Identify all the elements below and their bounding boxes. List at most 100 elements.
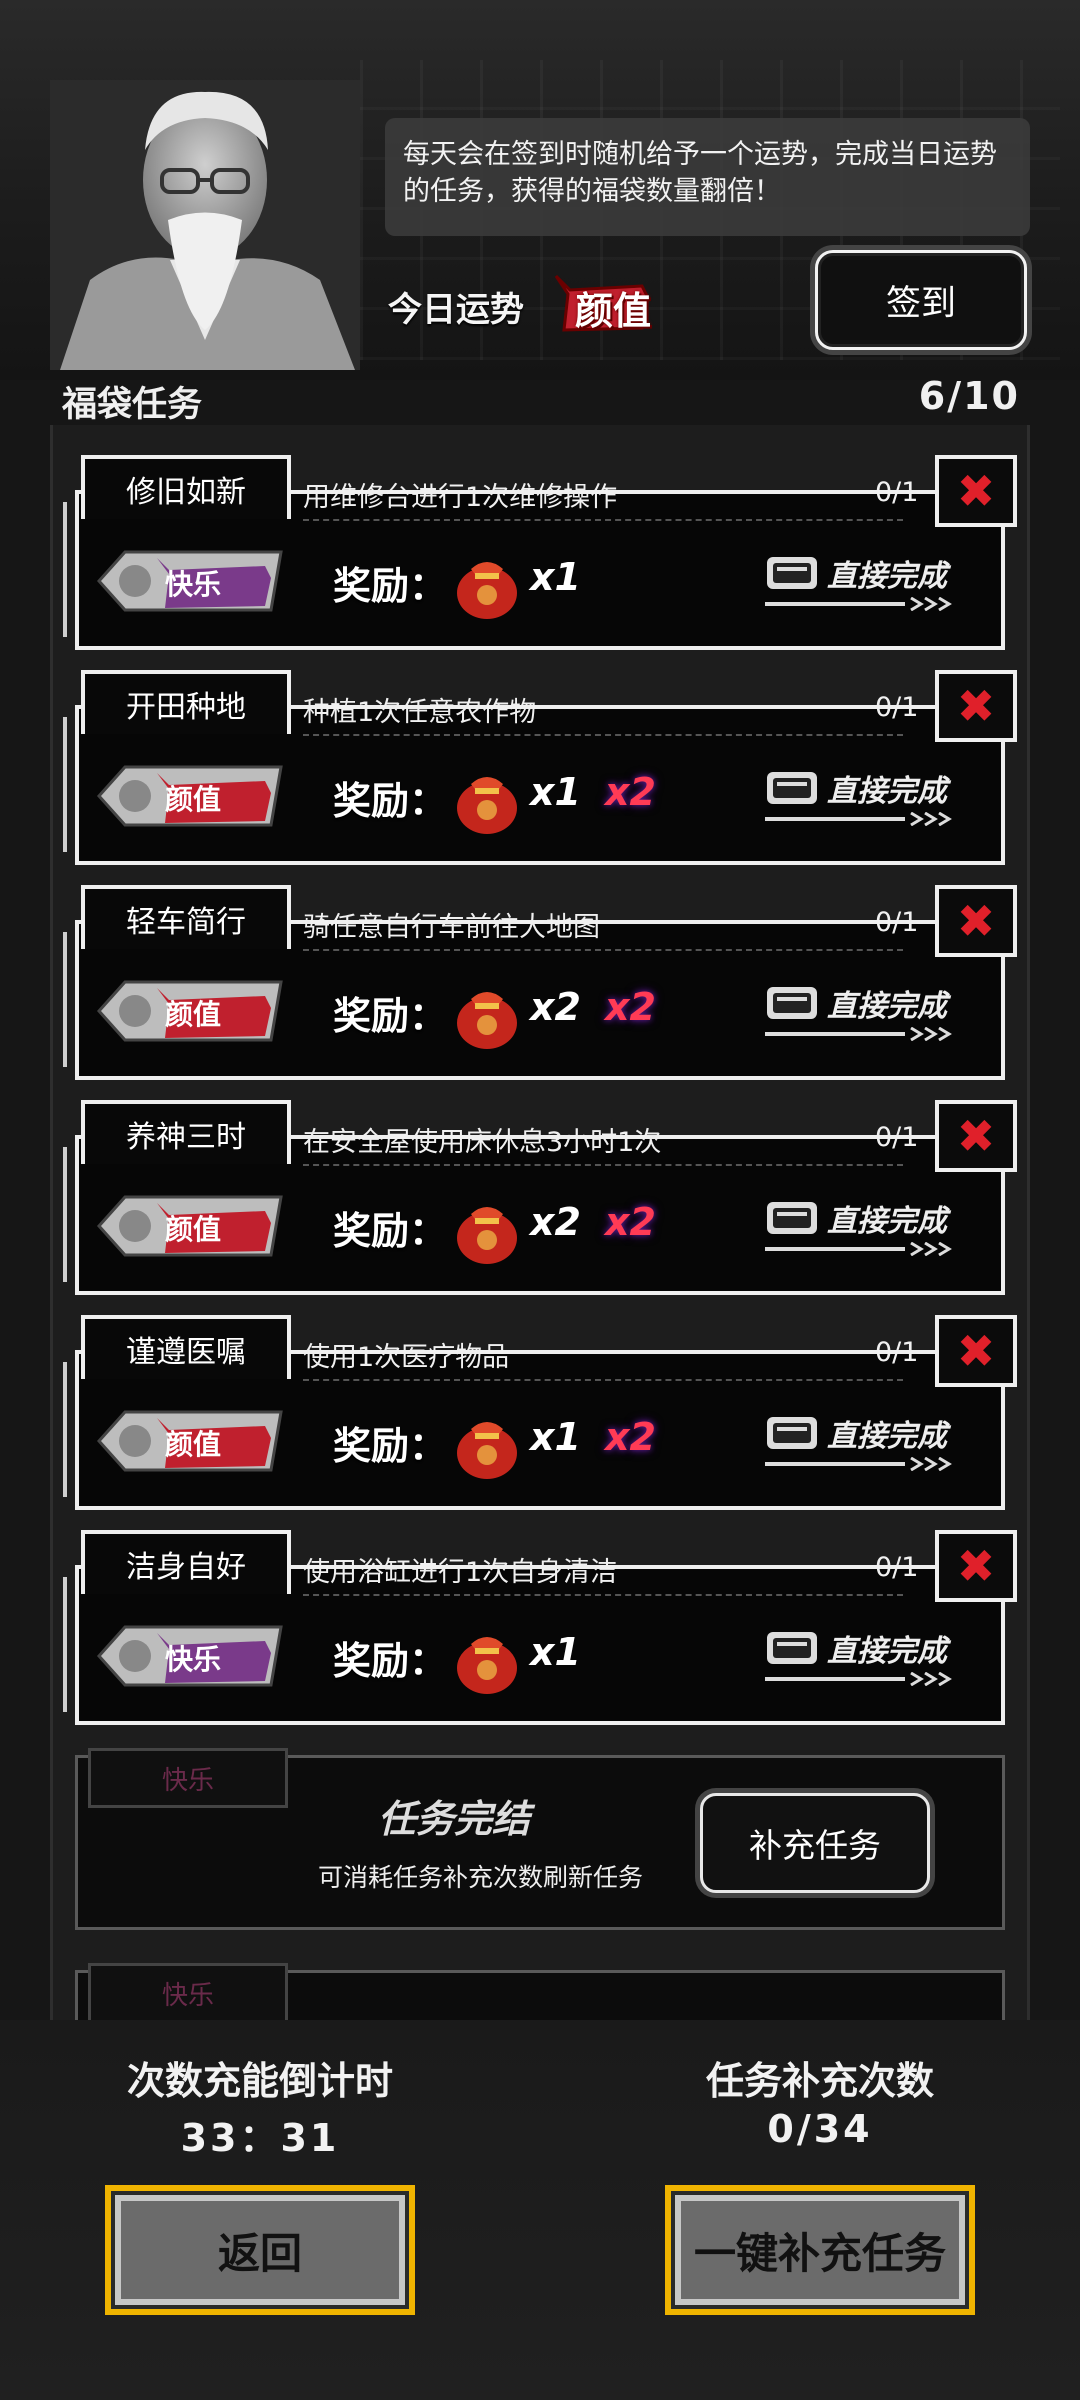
arrow-icon [765,1672,952,1686]
divider [303,1164,903,1166]
arrow-icon [765,597,952,611]
ticket-icon [767,987,817,1019]
task-card: 洁身自好 使用浴缸进行1次自身清洁 0/1 ✖ 快乐 奖励： x1 直接完成 [63,1530,1017,1725]
ticket-icon [767,1417,817,1449]
finished-title: 任务完结 [378,1797,531,1841]
section-title: 福袋任务 [62,385,203,425]
signin-button[interactable]: 签到 [815,250,1027,350]
fortune-tip: 每天会在签到时随机给予一个运势，完成当日运势的任务，获得的福袋数量翻倍！ [385,118,1030,236]
fortune-tag-label: 颜值 [165,783,222,816]
finished-subtitle: 可消耗任务补充次数刷新任务 [318,1863,644,1892]
task-description: 种植1次任意农作物 [303,697,537,728]
finished-task-card: 快乐 任务完结 可消耗任务补充次数刷新任务 补充任务 [75,1748,1005,1930]
lucky-bag-icon [457,562,517,619]
ticket-icon [767,557,817,589]
countdown-label: 次数充能倒计时 [126,2059,393,2103]
close-icon: ✖ [956,679,996,733]
instant-complete-button[interactable]: 直接完成 [765,547,975,617]
lucky-bag-icon [457,777,517,834]
divider [303,519,903,521]
task-title: 轻车简行 [81,885,291,949]
reward-label: 奖励： [333,994,448,1038]
divider [303,1379,903,1381]
refill-all-button-label: 一键补充任务 [693,2228,946,2278]
task-list[interactable]: 修旧如新 用维修台进行1次维修操作 0/1 ✖ 快乐 奖励： x1 直接完成 开… [50,425,1030,2020]
reward-quantity: x2 [530,1200,581,1244]
refill-count-label: 任务补充次数 [705,2059,934,2103]
task-description: 使用1次医疗物品 [303,1342,510,1373]
reward-quantity: x1 [530,555,581,599]
task-description: 在安全屋使用床休息3小时1次 [303,1127,662,1158]
finished-tag: 快乐 [88,1748,288,1808]
lucky-bag-icon [457,1637,517,1694]
task-progress: 0/1 [875,907,919,938]
task-description: 骑任意自行车前往大地图 [303,912,600,943]
task-count: 6/10 [918,374,1020,418]
divider [303,1594,903,1596]
lucky-bag-icon [457,992,517,1049]
fortune-tag-label: 快乐 [165,568,222,601]
reward-label: 奖励： [333,1209,448,1253]
reward-label: 奖励： [333,1639,448,1683]
fortune-tag-label: 颜值 [165,1428,222,1461]
discard-task-button[interactable]: ✖ [935,455,1017,527]
arrow-icon [765,1027,952,1041]
instant-complete-button[interactable]: 直接完成 [765,1407,975,1477]
reward-quantity: x1 [530,1630,581,1674]
ticket-icon [767,1202,817,1234]
fortune-tag-label: 颜值 [165,998,222,1031]
instant-complete-button[interactable]: 直接完成 [765,762,975,832]
fortune-value: 颜值 [575,289,652,333]
back-button-label: 返回 [217,2228,302,2278]
reward-quantity: x1 [530,1415,581,1459]
task-description: 使用浴缸进行1次自身清洁 [303,1557,618,1588]
instant-complete-label: 直接完成 [827,774,947,809]
task-card: 养神三时 在安全屋使用床休息3小时1次 0/1 ✖ 颜值 奖励： x2 x2 直… [63,1100,1017,1295]
reward-label: 奖励： [333,1424,448,1468]
task-title: 修旧如新 [81,455,291,519]
finished-task-card: 快乐 [75,1963,1005,2020]
reward-multiplier: x2 [605,1415,656,1459]
instant-complete-button[interactable]: 直接完成 [765,1622,975,1692]
reward-quantity: x1 [530,770,581,814]
back-button[interactable]: 返回 [105,2185,415,2315]
discard-task-button[interactable]: ✖ [935,670,1017,742]
close-icon: ✖ [956,1324,996,1378]
refill-all-button[interactable]: 一键补充任务 [665,2185,975,2315]
task-progress: 0/1 [875,1552,919,1583]
task-progress: 0/1 [875,1337,919,1368]
instant-complete-label: 直接完成 [827,1419,947,1454]
discard-task-button[interactable]: ✖ [935,1100,1017,1172]
discard-task-button[interactable]: ✖ [935,1315,1017,1387]
fortune-label: 今日运势 [388,290,524,330]
fortune-tag-label: 颜值 [165,1213,222,1246]
task-title: 养神三时 [81,1100,291,1164]
header: 每天会在签到时随机给予一个运势，完成当日运势的任务，获得的福袋数量翻倍！ 今日运… [0,0,1080,380]
close-icon: ✖ [956,1109,996,1163]
task-progress: 0/1 [875,1122,919,1153]
task-card: 谨遵医嘱 使用1次医疗物品 0/1 ✖ 颜值 奖励： x1 x2 直接完成 [63,1315,1017,1510]
instant-complete-button[interactable]: 直接完成 [765,977,975,1047]
reward-label: 奖励： [333,779,448,823]
task-title: 洁身自好 [81,1530,291,1594]
close-icon: ✖ [956,1539,996,1593]
fortune-tag-label: 快乐 [165,1643,222,1676]
ticket-icon [767,1632,817,1664]
refill-task-button[interactable]: 补充任务 [700,1793,930,1893]
lucky-bag-icon [457,1207,517,1264]
divider [303,949,903,951]
instant-complete-label: 直接完成 [827,559,947,594]
task-card: 轻车简行 骑任意自行车前往大地图 0/1 ✖ 颜值 奖励： x2 x2 直接完成 [63,885,1017,1080]
ticket-icon [767,772,817,804]
reward-multiplier: x2 [605,985,656,1029]
discard-task-button[interactable]: ✖ [935,1530,1017,1602]
instant-complete-label: 直接完成 [827,1204,947,1239]
reward-multiplier: x2 [605,770,656,814]
discard-task-button[interactable]: ✖ [935,885,1017,957]
task-progress: 0/1 [875,692,919,723]
task-description: 用维修台进行1次维修操作 [303,482,618,513]
instant-complete-label: 直接完成 [827,989,947,1024]
instant-complete-button[interactable]: 直接完成 [765,1192,975,1262]
task-card: 修旧如新 用维修台进行1次维修操作 0/1 ✖ 快乐 奖励： x1 直接完成 [63,455,1017,650]
task-title: 谨遵医嘱 [81,1315,291,1379]
